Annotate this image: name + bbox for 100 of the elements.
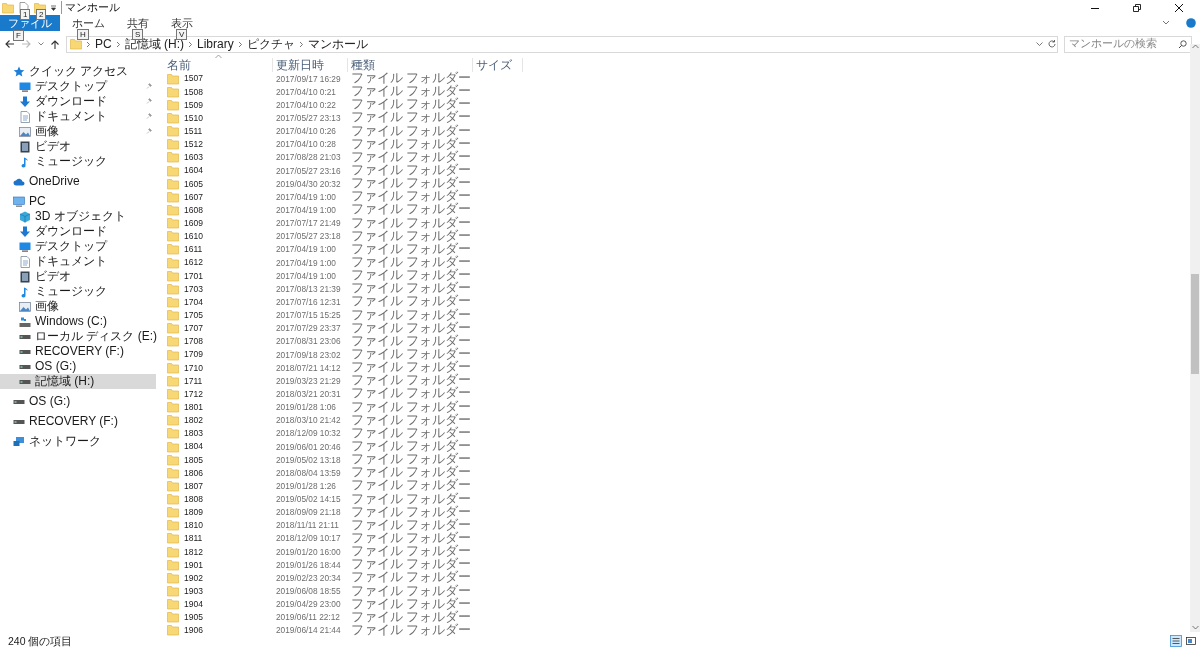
file-name[interactable]: 1807	[184, 480, 203, 491]
nav-item[interactable]: RECOVERY (F:)	[0, 344, 156, 359]
nav-item[interactable]: デスクトップ	[0, 79, 156, 94]
ribbon-tab[interactable]: ホーム	[64, 15, 113, 31]
nav-item[interactable]: デスクトップ	[0, 239, 156, 254]
file-name[interactable]: 1804	[184, 441, 203, 452]
nav-item[interactable]: 画像	[0, 299, 156, 314]
nav-item[interactable]: クイック アクセス	[0, 64, 156, 79]
file-name[interactable]: 1604	[184, 165, 203, 176]
date-cell: 2017/08/13 21:39	[276, 283, 341, 294]
forward-arrow-icon[interactable]	[21, 39, 32, 49]
nav-item[interactable]: ダウンロード	[0, 224, 156, 239]
file-name[interactable]: 1712	[184, 388, 203, 400]
close-icon[interactable]	[1174, 2, 1184, 13]
column-header[interactable]: 名前	[164, 58, 273, 72]
nav-item[interactable]: ドキュメント	[0, 254, 156, 269]
folder-icon	[167, 151, 179, 164]
file-name[interactable]: 1707	[184, 323, 203, 334]
item-count: 240 個の項目	[8, 634, 73, 648]
file-name[interactable]: 1901	[184, 559, 203, 570]
nav-item[interactable]: ダウンロード	[0, 94, 156, 109]
search-field[interactable]: マンホールの検索	[1064, 35, 1192, 53]
file-name[interactable]: 1509	[184, 99, 203, 110]
nav-item[interactable]: ビデオ	[0, 269, 156, 284]
date-cell: 2018/03/10 21:42	[276, 415, 341, 426]
file-name[interactable]: 1711	[184, 375, 203, 386]
nav-item[interactable]: OneDrive	[0, 174, 156, 189]
file-name[interactable]: 1512	[184, 139, 203, 150]
nav-item[interactable]: ミュージック	[0, 284, 156, 299]
file-name[interactable]: 1709	[184, 349, 203, 360]
file-name[interactable]: 1703	[184, 283, 203, 294]
file-name[interactable]: 1710	[184, 362, 203, 373]
large-icons-view-icon[interactable]	[1185, 635, 1197, 647]
nav-item[interactable]: ビデオ	[0, 139, 156, 154]
file-name[interactable]: 1603	[184, 152, 203, 163]
back-arrow-icon[interactable]	[4, 39, 15, 49]
file-name[interactable]: 1905	[184, 612, 203, 623]
file-name[interactable]: 1510	[184, 112, 203, 124]
nav-item[interactable]: ネットワーク	[0, 434, 156, 449]
file-name[interactable]: 1705	[184, 310, 203, 321]
search-icon	[1178, 39, 1187, 49]
file-name[interactable]: 1708	[184, 336, 203, 347]
file-name[interactable]: 1812	[184, 546, 203, 557]
file-name[interactable]: 1609	[184, 218, 203, 229]
file-name[interactable]: 1902	[184, 572, 203, 583]
pin-icon	[146, 128, 152, 134]
file-name[interactable]: 1809	[184, 507, 203, 518]
file-name[interactable]: 1803	[184, 428, 203, 439]
column-header[interactable]: 更新日時	[273, 58, 348, 72]
file-name[interactable]: 1612	[184, 257, 203, 268]
restore-icon[interactable]	[1132, 2, 1142, 13]
file-name[interactable]: 1903	[184, 585, 203, 597]
nav-item[interactable]: RECOVERY (F:)	[0, 414, 156, 429]
file-name[interactable]: 1906	[184, 625, 203, 636]
file-name[interactable]: 1808	[184, 493, 203, 505]
file-name[interactable]: 1608	[184, 204, 203, 216]
column-header[interactable]: 種類	[348, 58, 473, 72]
nav-item[interactable]: ミュージック	[0, 154, 156, 169]
chevron-down-icon[interactable]	[38, 41, 44, 47]
nav-item[interactable]: OS (G:)	[0, 394, 156, 409]
file-name[interactable]: 1507	[184, 73, 203, 84]
breadcrumb-link[interactable]: PC	[95, 36, 112, 52]
nav-item[interactable]: ドキュメント	[0, 109, 156, 124]
dropdown-icon[interactable]	[50, 3, 57, 12]
file-name[interactable]: 1511	[184, 126, 203, 137]
nav-item[interactable]: 画像	[0, 124, 156, 139]
file-name[interactable]: 1607	[184, 191, 203, 202]
nav-item[interactable]: ローカル ディスク (E:)	[0, 329, 156, 344]
ribbon-tab[interactable]: 表示	[163, 15, 201, 31]
nav-item[interactable]: Windows (C:)	[0, 314, 156, 329]
file-name[interactable]: 1810	[184, 520, 203, 531]
file-name[interactable]: 1806	[184, 467, 203, 478]
nav-item[interactable]: OS (G:)	[0, 359, 156, 374]
file-name[interactable]: 1605	[184, 178, 203, 189]
file-name[interactable]: 1904	[184, 599, 203, 610]
file-name[interactable]: 1701	[184, 270, 203, 281]
file-name[interactable]: 1801	[184, 402, 203, 413]
scrollbar[interactable]	[1190, 44, 1200, 632]
file-name[interactable]: 1508	[184, 86, 203, 97]
nav-item[interactable]: 記憶域 (H:)	[0, 374, 156, 389]
date-cell: 2018/08/04 13:59	[276, 467, 341, 478]
breadcrumb-link[interactable]: マンホール	[307, 36, 368, 52]
file-name[interactable]: 1811	[184, 533, 203, 544]
file-name[interactable]: 1802	[184, 415, 203, 426]
ribbon-tab[interactable]: 共有	[119, 15, 157, 31]
column-header[interactable]: サイズ	[473, 58, 523, 72]
chevron-down-icon[interactable]	[1036, 41, 1043, 47]
file-name[interactable]: 1610	[184, 231, 203, 242]
file-name[interactable]: 1611	[184, 244, 203, 255]
refresh-icon[interactable]	[1047, 39, 1057, 49]
file-name[interactable]: 1805	[184, 454, 203, 465]
scrollbar-thumb[interactable]	[1191, 274, 1199, 374]
nav-item[interactable]: PC	[0, 194, 156, 209]
chevron-down-icon[interactable]	[1162, 20, 1170, 26]
up-arrow-icon[interactable]	[50, 38, 60, 50]
nav-item[interactable]: 3D オブジェクト	[0, 209, 156, 224]
file-name[interactable]: 1704	[184, 296, 203, 308]
breadcrumb-link[interactable]: ピクチャ	[246, 36, 295, 52]
details-view-icon[interactable]	[1170, 635, 1182, 647]
breadcrumb-link[interactable]: Library	[197, 36, 234, 52]
